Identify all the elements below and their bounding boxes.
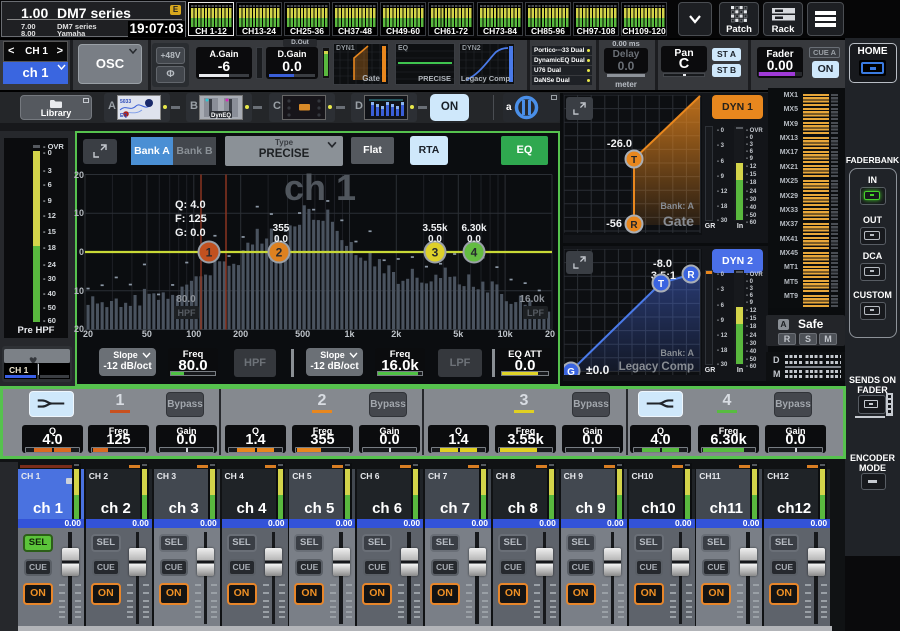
svg-text:80.0: 80.0 bbox=[176, 294, 196, 305]
svg-text:±0.0: ±0.0 bbox=[586, 363, 610, 375]
svg-text:G: G bbox=[567, 367, 575, 375]
svg-text:2k: 2k bbox=[391, 329, 402, 339]
svg-text:3.55k: 3.55k bbox=[422, 223, 447, 234]
svg-text:5k: 5k bbox=[453, 329, 464, 339]
svg-text:0.0: 0.0 bbox=[467, 234, 481, 245]
svg-text:Q: 4.0: Q: 4.0 bbox=[175, 199, 206, 211]
svg-text:EQ: EQ bbox=[120, 113, 127, 119]
svg-text:0.0: 0.0 bbox=[428, 234, 442, 245]
svg-text:1: 1 bbox=[206, 246, 213, 260]
svg-text:Gate: Gate bbox=[663, 213, 694, 229]
svg-text:200: 200 bbox=[233, 329, 248, 339]
svg-text:-26.0: -26.0 bbox=[607, 138, 632, 150]
svg-text:10k: 10k bbox=[498, 329, 514, 339]
svg-text:16.0k: 16.0k bbox=[519, 294, 544, 305]
svg-text:2: 2 bbox=[276, 246, 283, 260]
svg-text:-8.0: -8.0 bbox=[653, 258, 672, 270]
svg-text:T: T bbox=[631, 155, 637, 166]
svg-text:G: 0.0: G: 0.0 bbox=[175, 227, 206, 239]
svg-text:Bank: A: Bank: A bbox=[660, 348, 694, 358]
svg-text:Bank: A: Bank: A bbox=[660, 201, 694, 211]
svg-text:5033: 5033 bbox=[120, 99, 131, 105]
svg-text:20: 20 bbox=[83, 329, 93, 339]
svg-text:T: T bbox=[658, 279, 664, 290]
svg-text:R: R bbox=[630, 220, 638, 231]
svg-text:20: 20 bbox=[545, 329, 555, 339]
svg-text:HPF: HPF bbox=[178, 308, 197, 318]
svg-text:LPF: LPF bbox=[527, 308, 545, 318]
svg-text:0.0: 0.0 bbox=[274, 234, 288, 245]
svg-text:500: 500 bbox=[295, 329, 310, 339]
svg-text:4: 4 bbox=[471, 246, 478, 260]
svg-text:-56: -56 bbox=[606, 218, 622, 230]
svg-text:3: 3 bbox=[432, 246, 439, 260]
svg-text:1k: 1k bbox=[344, 329, 355, 339]
svg-text:R: R bbox=[687, 270, 695, 281]
svg-text:6.30k: 6.30k bbox=[461, 223, 486, 234]
svg-text:F: 125: F: 125 bbox=[175, 213, 207, 225]
svg-text:50: 50 bbox=[142, 329, 152, 339]
svg-text:355: 355 bbox=[273, 223, 290, 234]
svg-text:Legacy Comp: Legacy Comp bbox=[619, 361, 694, 373]
svg-text:DynEQ: DynEQ bbox=[211, 113, 231, 119]
svg-text:100: 100 bbox=[186, 329, 201, 339]
svg-text:ch 1: ch 1 bbox=[284, 168, 356, 208]
